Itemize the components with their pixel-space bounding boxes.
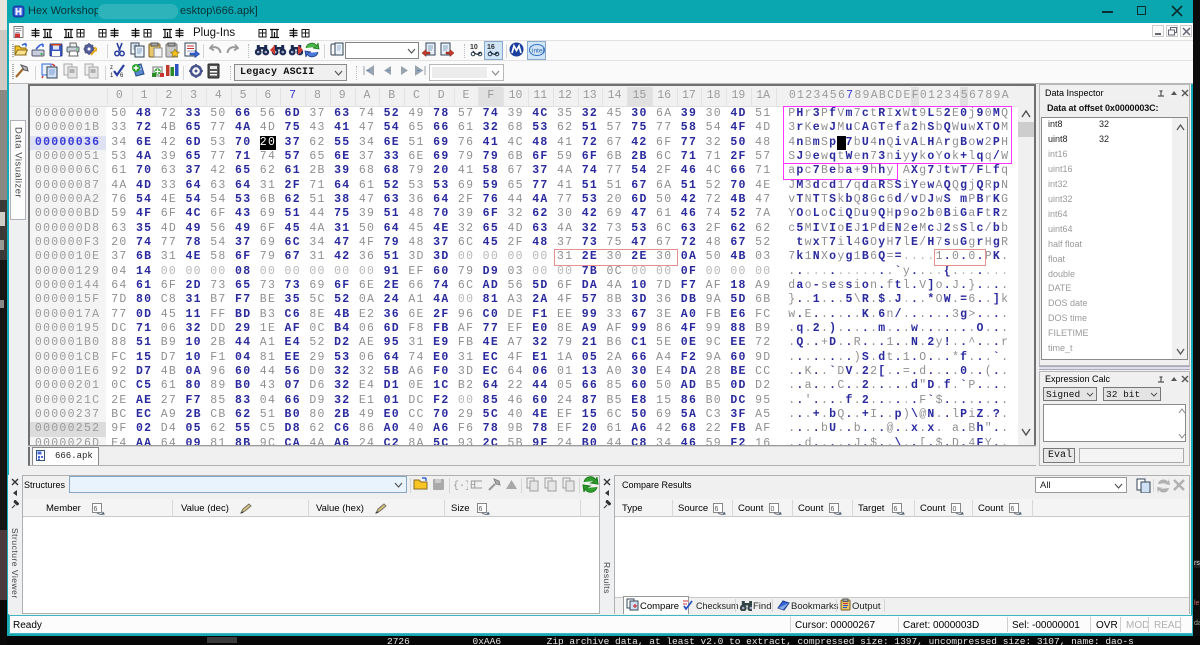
svg-text:intel: intel: [532, 48, 544, 55]
svg-text:6: 6: [715, 506, 719, 513]
svg-text:0: 0: [771, 506, 775, 513]
svg-text:16: 16: [487, 44, 495, 51]
svg-text:6: 6: [831, 506, 835, 513]
svg-text:6: 6: [894, 506, 898, 513]
svg-text:0: 0: [953, 506, 957, 513]
svg-text:1: 1: [110, 73, 114, 79]
svg-text:H: H: [470, 481, 476, 492]
svg-text:z: z: [110, 65, 113, 71]
svg-text:6: 6: [120, 73, 124, 79]
svg-text:6: 6: [94, 506, 98, 513]
svg-text:6: 6: [1011, 506, 1015, 513]
svg-text:{·}: {·}: [453, 480, 468, 492]
svg-text:6: 6: [479, 506, 483, 513]
svg-text:10: 10: [470, 44, 478, 51]
